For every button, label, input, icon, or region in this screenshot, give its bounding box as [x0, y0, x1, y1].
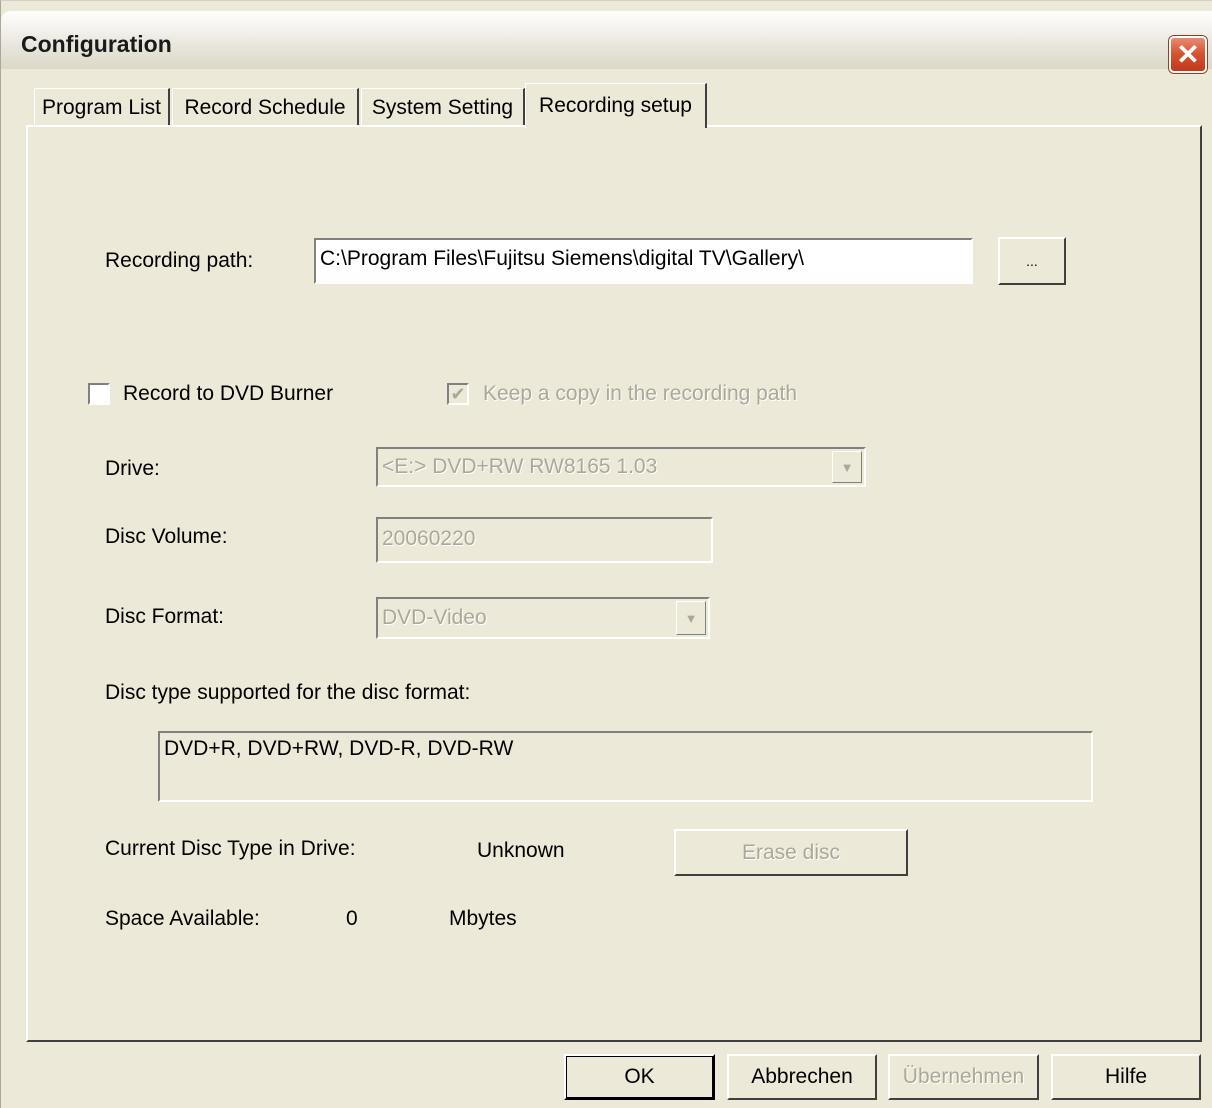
tab-recording-setup[interactable]: Recording setup: [525, 83, 707, 128]
close-button[interactable]: ✕: [1169, 36, 1207, 73]
tab-panel-recording-setup: [26, 125, 1202, 1042]
help-label: Hilfe: [1104, 1065, 1147, 1088]
apply-button[interactable]: Übernehmen: [888, 1054, 1039, 1100]
close-icon: ✕: [1176, 38, 1200, 70]
tab-record-schedule[interactable]: Record Schedule: [172, 88, 359, 126]
tab-system-setting[interactable]: System Setting: [361, 88, 525, 126]
tab-label: Program List: [41, 95, 162, 119]
cancel-label: Abbrechen: [751, 1065, 853, 1088]
tab-program-list[interactable]: Program List: [34, 88, 170, 126]
tab-label: Recording setup: [539, 94, 692, 117]
tab-label: Record Schedule: [184, 95, 346, 119]
ok-label: OK: [624, 1065, 655, 1088]
tab-label: System Setting: [371, 95, 514, 119]
help-button[interactable]: Hilfe: [1051, 1054, 1201, 1100]
window-title: Configuration: [21, 31, 172, 57]
ok-button[interactable]: OK: [564, 1054, 715, 1100]
apply-label: Übernehmen: [902, 1065, 1025, 1088]
configuration-dialog: Configuration ✕ Program List Record Sche…: [0, 0, 1212, 1108]
active-tab-join: [527, 124, 705, 128]
title-bar[interactable]: Configuration ✕: [1, 11, 1212, 73]
cancel-button[interactable]: Abbrechen: [727, 1054, 877, 1100]
